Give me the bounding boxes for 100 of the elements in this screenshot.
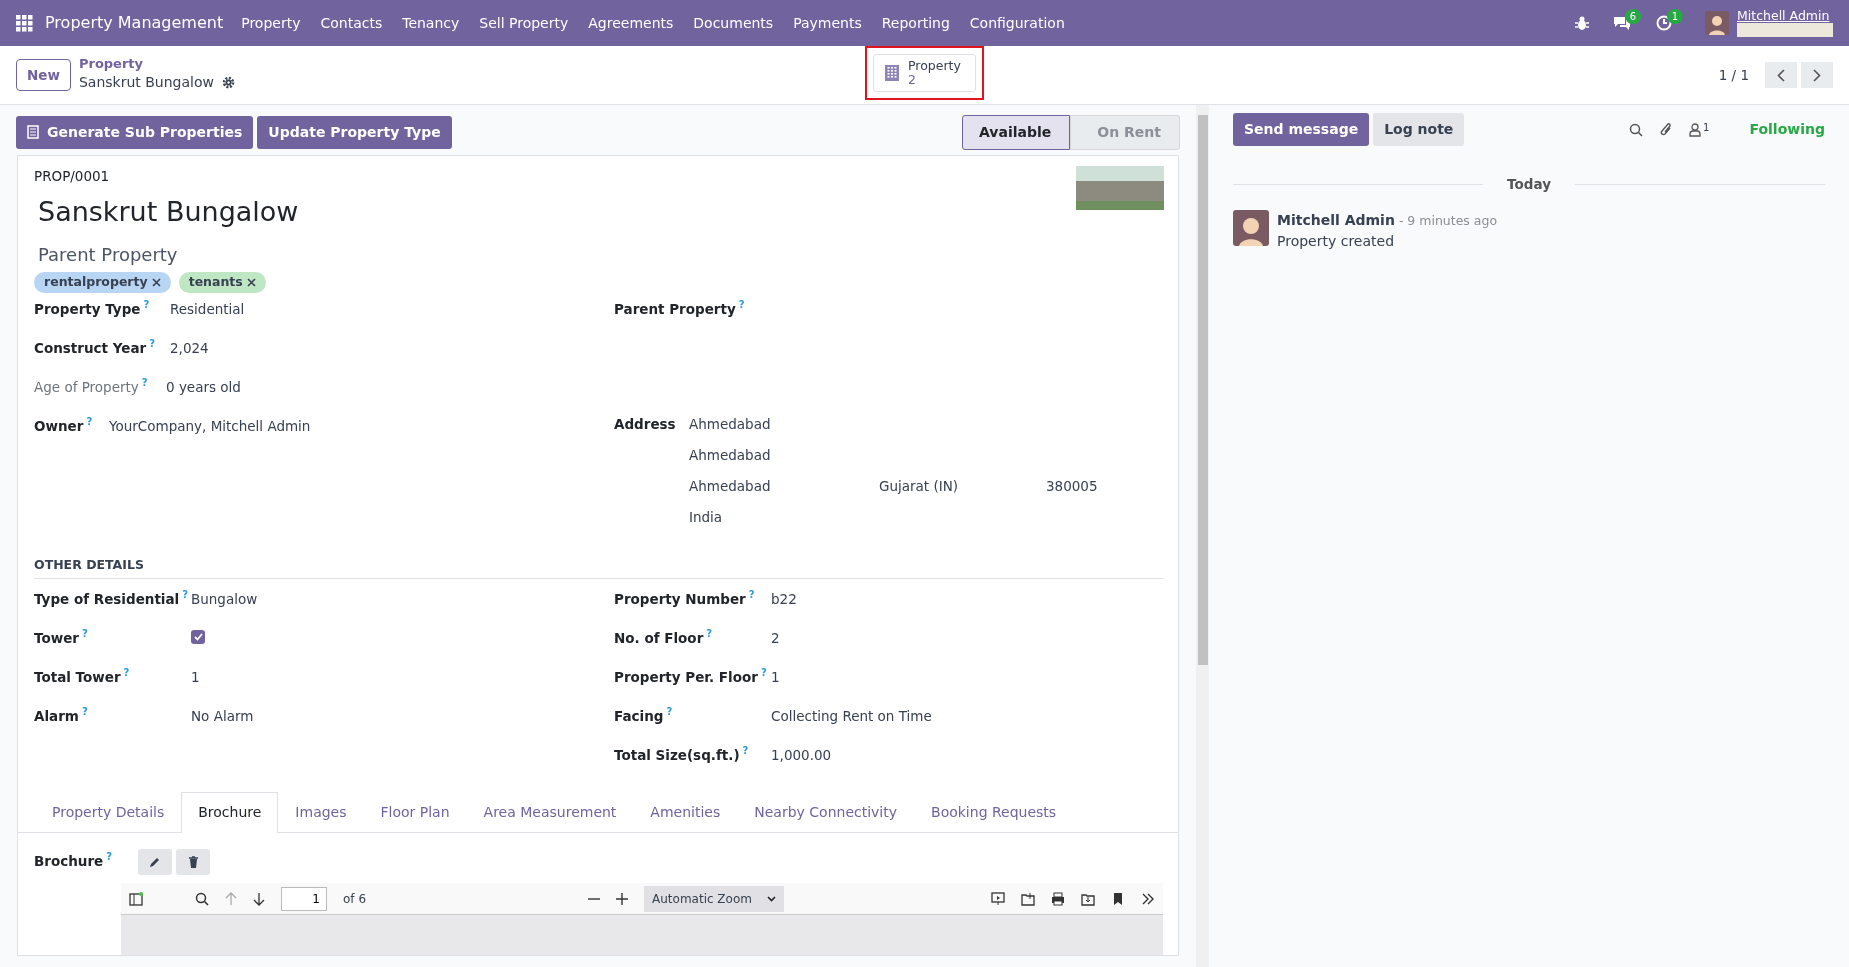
next-button[interactable] <box>1801 62 1833 88</box>
building-icon <box>884 63 900 82</box>
document-icon <box>27 125 39 139</box>
menu-item[interactable]: Tenancy <box>392 12 470 34</box>
settings-icon[interactable] <box>221 75 235 89</box>
header-button[interactable]: Generate Sub Properties <box>16 115 254 149</box>
scrollbar[interactable] <box>1196 105 1209 967</box>
help-icon[interactable]: ? <box>141 376 148 388</box>
tag[interactable]: rentalproperty <box>34 271 171 293</box>
help-icon[interactable]: ? <box>666 706 673 718</box>
count-badge: 1 <box>1666 9 1683 24</box>
person-icon[interactable] <box>1689 122 1702 137</box>
smart-button[interactable]: Property 2 <box>873 54 976 92</box>
tab[interactable]: Floor Plan <box>363 792 467 833</box>
double-chevron-icon[interactable] <box>1141 891 1155 906</box>
checkbox[interactable] <box>191 630 205 645</box>
search-icon[interactable] <box>195 891 209 906</box>
help-icon[interactable]: ? <box>738 298 745 310</box>
chevron-left-icon <box>1777 68 1785 82</box>
help-icon[interactable]: ? <box>123 667 130 679</box>
tab[interactable]: Amenities <box>633 792 738 833</box>
following-button[interactable]: Following <box>1749 119 1825 140</box>
previous-button[interactable] <box>1765 62 1797 88</box>
arrow-down-icon[interactable] <box>253 891 265 906</box>
field-value: 0 years old <box>166 377 241 397</box>
help-icon[interactable]: ? <box>143 298 150 310</box>
parent-property-heading: Parent Property <box>38 242 179 267</box>
help-icon[interactable]: ? <box>742 745 749 757</box>
help-icon[interactable]: ? <box>86 415 93 427</box>
field-label: Total Size(sq.ft.) <box>614 746 740 763</box>
breadcrumb-link[interactable]: Property <box>78 57 235 72</box>
field-label: No. of Floor <box>614 629 704 646</box>
header-button[interactable]: Update Property Type <box>257 115 452 149</box>
menu-item[interactable]: Sell Property <box>469 12 579 34</box>
field-value: 2,024 <box>170 338 209 358</box>
address-value: India <box>689 507 724 527</box>
menu-item[interactable]: Reporting <box>871 12 960 34</box>
help-icon[interactable]: ? <box>760 667 767 679</box>
page-count: of 6 <box>343 890 366 908</box>
clock-icon[interactable] <box>1655 15 1673 31</box>
delete-button[interactable] <box>176 849 210 876</box>
menu-item[interactable]: Configuration <box>959 12 1075 34</box>
status-stage[interactable]: Available <box>962 114 1071 150</box>
help-icon[interactable]: ? <box>106 851 113 863</box>
field-label: Address <box>614 415 676 432</box>
chat-icon[interactable] <box>1613 15 1631 31</box>
help-icon[interactable]: ? <box>706 628 713 640</box>
chatter-button[interactable]: Log note <box>1373 113 1465 146</box>
edit-button[interactable] <box>138 849 172 876</box>
remove-icon[interactable] <box>246 277 256 287</box>
remove-icon[interactable] <box>151 277 161 287</box>
zoom-select[interactable]: Automatic Zoom <box>644 885 784 912</box>
user-name[interactable]: Mitchell Admin <box>1737 9 1833 23</box>
tab[interactable]: Booking Requests <box>914 792 1074 833</box>
bookmark-icon[interactable] <box>1111 891 1125 906</box>
bug-icon[interactable] <box>1575 15 1589 31</box>
menu-item[interactable]: Property <box>231 12 311 34</box>
help-icon[interactable]: ? <box>149 337 155 349</box>
tab[interactable]: Property Details <box>35 792 182 833</box>
sidebar-toggle-icon[interactable] <box>129 891 143 906</box>
tab[interactable]: Area Measurement <box>466 792 634 833</box>
help-icon[interactable]: ? <box>82 628 88 640</box>
field-value: YourCompany, Mitchell Admin <box>109 416 311 436</box>
new-button[interactable]: New <box>16 58 71 92</box>
field-label: Facing <box>614 707 664 724</box>
print-icon[interactable] <box>1051 891 1065 906</box>
count-badge: 6 <box>1624 9 1641 24</box>
menu-item[interactable]: Payments <box>783 12 872 34</box>
download-icon[interactable] <box>1081 891 1095 906</box>
record-title: Sanskrut Bungalow <box>38 195 299 230</box>
chatter-button[interactable]: Send message <box>1233 113 1370 146</box>
zoom-in-icon[interactable] <box>616 892 628 905</box>
field-label: Construct Year <box>34 339 147 355</box>
chevron-right-icon <box>1813 68 1821 82</box>
field-value: 2 <box>771 629 780 649</box>
avatar-icon[interactable] <box>1705 11 1729 35</box>
page-number-field[interactable]: 1 <box>281 886 327 911</box>
address-value: Ahmedabad <box>689 445 772 465</box>
address-value: Ahmedabad <box>689 414 772 434</box>
status-stage[interactable]: On Rent <box>1070 114 1180 150</box>
help-icon[interactable]: ? <box>182 589 189 601</box>
message-author[interactable]: Mitchell Admin <box>1277 212 1395 229</box>
tab[interactable]: Brochure <box>181 792 279 834</box>
avatar-icon[interactable] <box>1233 210 1269 247</box>
apps-menu-icon[interactable] <box>16 14 33 32</box>
menu-item[interactable]: Agreements <box>578 12 684 34</box>
tab[interactable]: Images <box>278 792 364 833</box>
menu-item[interactable]: Documents <box>683 12 784 34</box>
help-icon[interactable]: ? <box>81 706 88 718</box>
search-icon[interactable] <box>1629 122 1644 137</box>
help-icon[interactable]: ? <box>748 589 755 601</box>
tab[interactable]: Nearby Connectivity <box>737 792 915 833</box>
breadcrumb-current: Sanskrut Bungalow <box>78 72 214 92</box>
field-label: Brochure <box>34 852 104 869</box>
open-file-icon[interactable] <box>1021 891 1035 906</box>
tag[interactable]: tenants <box>178 271 266 293</box>
menu-item[interactable]: Contacts <box>310 12 393 34</box>
paperclip-icon[interactable] <box>1659 121 1674 138</box>
field-value: 1 <box>771 668 780 688</box>
presentation-icon[interactable] <box>991 891 1005 906</box>
